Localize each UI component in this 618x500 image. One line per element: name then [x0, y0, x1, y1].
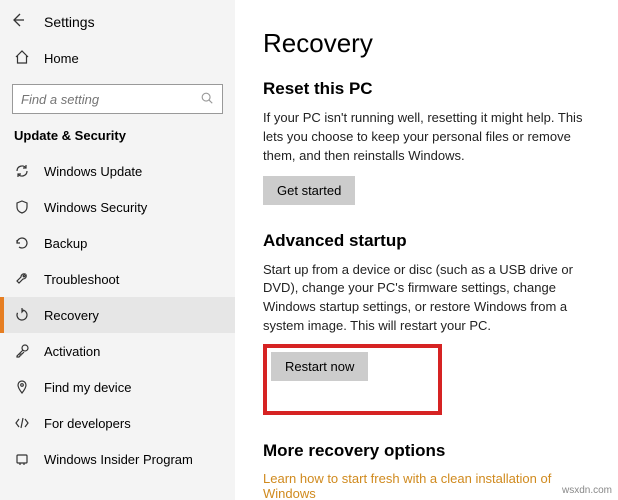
sidebar-item-windows-insider[interactable]: Windows Insider Program: [0, 441, 235, 477]
shield-icon: [14, 199, 30, 215]
fresh-install-link[interactable]: Learn how to start fresh with a clean in…: [263, 471, 551, 500]
section-header: Update & Security: [0, 124, 235, 153]
sidebar-item-home[interactable]: Home: [0, 41, 235, 76]
advanced-heading: Advanced startup: [263, 231, 598, 251]
highlight-box: Restart now: [263, 344, 442, 415]
sidebar-item-label: For developers: [44, 416, 131, 431]
more-heading: More recovery options: [263, 441, 598, 461]
search-field[interactable]: [21, 92, 200, 107]
sidebar-item-for-developers[interactable]: For developers: [0, 405, 235, 441]
sidebar-item-windows-update[interactable]: Windows Update: [0, 153, 235, 189]
reset-section: Reset this PC If your PC isn't running w…: [263, 79, 598, 205]
location-icon: [14, 379, 30, 395]
back-icon[interactable]: [10, 12, 26, 31]
sync-icon: [14, 163, 30, 179]
advanced-startup-section: Advanced startup Start up from a device …: [263, 231, 598, 415]
sidebar-item-troubleshoot[interactable]: Troubleshoot: [0, 261, 235, 297]
sidebar-item-windows-security[interactable]: Windows Security: [0, 189, 235, 225]
wrench-icon: [14, 271, 30, 287]
home-label: Home: [44, 51, 79, 66]
get-started-button[interactable]: Get started: [263, 176, 355, 205]
sidebar-item-backup[interactable]: Backup: [0, 225, 235, 261]
code-icon: [14, 415, 30, 431]
sidebar-item-label: Find my device: [44, 380, 131, 395]
sidebar-item-label: Backup: [44, 236, 87, 251]
advanced-description: Start up from a device or disc (such as …: [263, 261, 598, 336]
recovery-icon: [14, 307, 30, 323]
restart-now-button[interactable]: Restart now: [271, 352, 368, 381]
watermark: wsxdn.com: [562, 485, 612, 496]
nav-list: Windows Update Windows Security Backup T…: [0, 153, 235, 500]
key-icon: [14, 343, 30, 359]
home-icon: [14, 49, 30, 68]
sidebar-item-label: Windows Insider Program: [44, 452, 193, 467]
page-title: Recovery: [263, 28, 598, 59]
sidebar-item-label: Windows Security: [44, 200, 147, 215]
sidebar-item-find-my-device[interactable]: Find my device: [0, 369, 235, 405]
search-icon: [200, 91, 214, 108]
reset-heading: Reset this PC: [263, 79, 598, 99]
search-input[interactable]: [12, 84, 223, 114]
sidebar-item-activation[interactable]: Activation: [0, 333, 235, 369]
sidebar-item-label: Recovery: [44, 308, 99, 323]
sidebar-item-label: Troubleshoot: [44, 272, 119, 287]
reset-description: If your PC isn't running well, resetting…: [263, 109, 598, 166]
sidebar-item-recovery[interactable]: Recovery: [0, 297, 235, 333]
insider-icon: [14, 451, 30, 467]
sidebar-item-label: Windows Update: [44, 164, 142, 179]
backup-icon: [14, 235, 30, 251]
main-content: Recovery Reset this PC If your PC isn't …: [235, 0, 618, 500]
sidebar: Settings Home Update & Security Windows …: [0, 0, 235, 500]
header: Settings: [0, 8, 235, 41]
app-title: Settings: [44, 14, 95, 30]
sidebar-item-label: Activation: [44, 344, 100, 359]
more-recovery-section: More recovery options Learn how to start…: [263, 441, 598, 500]
